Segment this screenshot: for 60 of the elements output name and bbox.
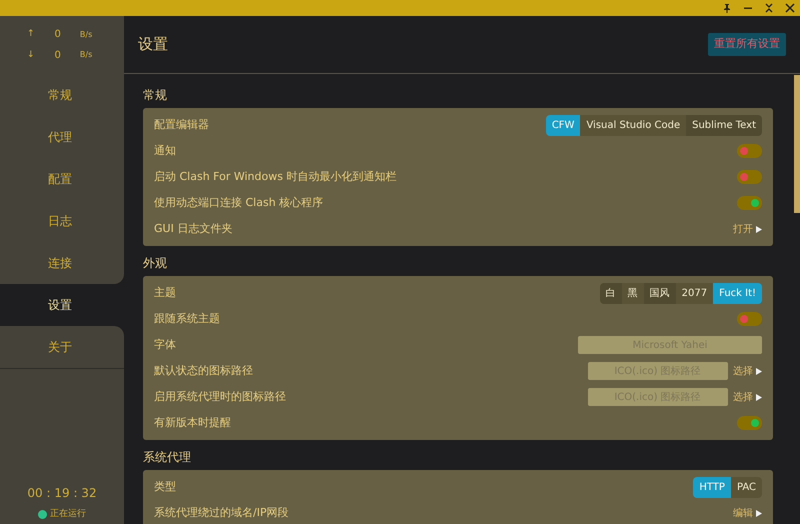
nav-item[interactable]: 日志 xyxy=(0,200,124,242)
traffic-value: 0 xyxy=(54,48,61,63)
nav-item[interactable]: 常规 xyxy=(0,74,124,116)
setting-label: 通知 xyxy=(154,142,176,159)
action-link[interactable]: 打开 xyxy=(733,222,762,236)
triangle-icon xyxy=(756,226,762,232)
segment-option[interactable]: Visual Studio Code xyxy=(580,114,686,136)
status-dot xyxy=(38,510,48,519)
setting-label: 跟随系统主题 xyxy=(154,310,220,327)
scrollbar-thumb[interactable] xyxy=(794,75,800,213)
toggle-switch[interactable] xyxy=(737,170,762,184)
traffic-unit: B/s xyxy=(80,49,92,62)
setting-label: 默认状态的图标路径 xyxy=(154,362,253,379)
action-link[interactable]: 选择 xyxy=(733,364,762,378)
status-text: 正在运行 xyxy=(50,508,86,521)
segment-option[interactable]: 2077 xyxy=(676,282,714,304)
setting-label: 主题 xyxy=(154,284,176,301)
segment-option[interactable]: HTTP xyxy=(693,476,731,498)
nav-item[interactable]: 关于 xyxy=(0,326,124,368)
nav-item[interactable]: 代理 xyxy=(0,116,124,158)
triangle-icon xyxy=(756,510,762,516)
toggle-switch[interactable] xyxy=(737,312,762,326)
setting-label: 有新版本时提醒 xyxy=(154,414,231,431)
setting-label: GUI 日志文件夹 xyxy=(154,220,232,237)
pin-icon[interactable] xyxy=(722,3,732,13)
setting-label: 使用动态端口连接 Clash 核心程序 xyxy=(154,194,324,211)
collapse-icon[interactable] xyxy=(764,3,774,13)
setting-label: 类型 xyxy=(154,478,176,495)
section-title: 常规 xyxy=(143,87,168,104)
action-link[interactable]: 编辑 xyxy=(733,506,762,520)
setting-label: 配置编辑器 xyxy=(154,116,209,133)
triangle-icon xyxy=(756,368,762,374)
arrow-icon: ↓ xyxy=(27,48,35,62)
nav-item[interactable]: 配置 xyxy=(0,158,124,200)
toggle-switch[interactable] xyxy=(737,196,762,210)
page-title: 设置 xyxy=(138,34,168,56)
segment-option[interactable]: 黑 xyxy=(622,282,644,304)
toggle-switch[interactable] xyxy=(737,416,762,430)
toggle-switch[interactable] xyxy=(737,144,762,158)
setting-label: 启动 Clash For Windows 时自动最小化到通知栏 xyxy=(154,168,396,185)
arrow-icon: ↑ xyxy=(27,28,35,42)
segment-option[interactable]: 白 xyxy=(600,282,622,304)
setting-label: 字体 xyxy=(154,336,176,353)
segment-option[interactable]: 国风 xyxy=(644,282,676,304)
traffic-value: 0 xyxy=(54,28,61,42)
segment-option[interactable]: PAC xyxy=(730,476,762,498)
segment-option[interactable]: Fuck It! xyxy=(713,282,762,304)
timer: 00 : 19 : 32 xyxy=(27,485,97,502)
setting-label: 系统代理绕过的域名/IP网段 xyxy=(154,504,289,521)
reset-button[interactable]: 重置所有设置 xyxy=(708,33,786,56)
section-title: 外观 xyxy=(143,255,168,272)
segment-option[interactable]: Sublime Text xyxy=(686,114,762,136)
segment-option[interactable]: CFW xyxy=(546,114,580,136)
close-icon[interactable] xyxy=(784,3,794,13)
setting-label: 启用系统代理时的图标路径 xyxy=(154,388,286,405)
traffic-unit: B/s xyxy=(80,28,92,41)
triangle-icon xyxy=(756,394,762,400)
nav-item[interactable]: 连接 xyxy=(0,242,124,284)
action-link[interactable]: 选择 xyxy=(733,390,762,404)
section-title: 系统代理 xyxy=(143,449,192,466)
